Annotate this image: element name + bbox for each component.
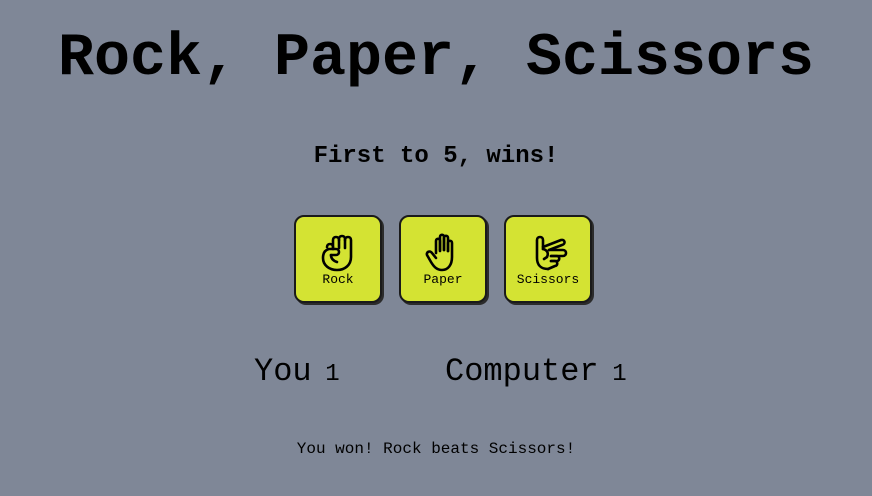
fist-icon	[321, 234, 353, 272]
scissors-label: Scissors	[516, 272, 580, 287]
paper-button[interactable]: Paper	[399, 215, 487, 303]
computer-score-value: 1	[612, 361, 627, 388]
computer-label: Computer	[445, 353, 599, 390]
scoreboard: You 1 Computer 1	[0, 352, 872, 392]
open-hand-icon	[425, 233, 454, 272]
round-result-message: You won! Rock beats Scissors!	[296, 440, 576, 458]
player-score: You 1	[254, 352, 340, 395]
game-title: Rock, Paper, Scissors	[57, 25, 815, 93]
computer-score: Computer 1	[445, 352, 627, 395]
choice-buttons: Rock Paper Scissors	[294, 215, 592, 303]
player-score-value: 1	[325, 361, 340, 388]
rock-label: Rock	[322, 272, 354, 287]
player-label: You	[254, 353, 312, 390]
paper-label: Paper	[423, 272, 463, 287]
rock-button[interactable]: Rock	[294, 215, 382, 303]
scissors-button[interactable]: Scissors	[504, 215, 592, 303]
game-subtitle: First to 5, wins!	[313, 143, 559, 170]
scissors-hand-icon	[535, 235, 568, 271]
